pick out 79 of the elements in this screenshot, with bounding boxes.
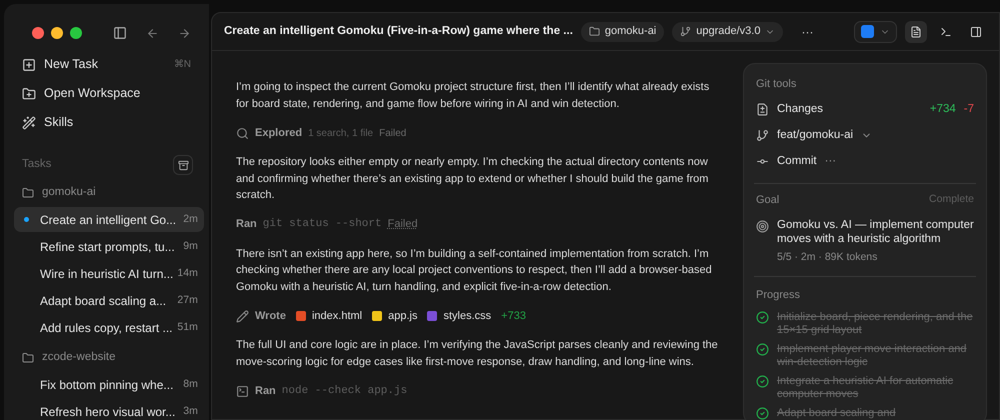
- more-button[interactable]: ···: [801, 22, 814, 40]
- project-name: gomoku-ai: [42, 185, 96, 200]
- message-text: There isn’t an existing app here, so I’m building a self-contained implementation from scratch. I’m checking whether there are any local project conventions to respect, then I’ll add a browser-based Gomoku with a heuristic AI, turn handling, and explicit five-in-a-row detection.: [236, 246, 713, 294]
- task-title: Create an intelligent Gomoku (Five-in-a-Row) game where the ...: [224, 24, 573, 39]
- lines-added: +733: [501, 308, 526, 324]
- project-folder[interactable]: zcode-website: [14, 346, 204, 370]
- task-item[interactable]: Create an intelligent Go... 2m: [14, 207, 204, 232]
- folder-icon: [22, 187, 34, 199]
- terminal-icon: [940, 26, 952, 38]
- progress-item: Initialize board, piece rendering, and the 15×15 grid layout: [777, 311, 974, 338]
- tool-action: Ran: [255, 384, 276, 399]
- menu-item[interactable]: Open Workspace: [14, 79, 199, 108]
- menu-item[interactable]: New Task ⌘N: [14, 50, 199, 79]
- task-item[interactable]: Refine start prompts, tu... 9m: [14, 234, 204, 259]
- plus-icon: [22, 58, 36, 72]
- command-text: node --check app.js: [282, 384, 408, 399]
- tool-detail: 1 search, 1 file: [308, 126, 374, 140]
- app-switcher[interactable]: [854, 20, 897, 42]
- file-diff-icon: [756, 103, 769, 116]
- branch-chip[interactable]: upgrade/v3.0: [672, 22, 784, 42]
- editor-toggle[interactable]: [905, 20, 927, 42]
- tool-action: Wrote: [255, 308, 286, 324]
- branch-icon: [756, 129, 769, 142]
- panel-icon: [970, 26, 982, 38]
- folder-chip[interactable]: gomoku-ai: [580, 22, 664, 42]
- search-icon: [236, 126, 249, 140]
- file-link[interactable]: app.js: [388, 308, 418, 324]
- document-icon: [910, 26, 922, 38]
- goal-text: Gomoku vs. AI — implement computer moves with a heuristic algorithm: [777, 218, 974, 246]
- goal-meta: 5/5 · 2m · 89K tokens: [777, 250, 878, 265]
- message-text: The full UI and core logic are in place. I’m verifying the JavaScript parses cleanly and reviewing the move-scoring logic for edge cases like first-move response, draw handling, and long-line wins.: [236, 338, 719, 370]
- archive-button[interactable]: [173, 155, 193, 175]
- command-text: git status --short: [262, 217, 382, 232]
- status-text: Failed: [379, 126, 406, 140]
- target-icon: [756, 220, 769, 233]
- wand-icon: [22, 116, 36, 130]
- sidebar-toggle-icon[interactable]: [113, 26, 127, 40]
- panel-heading: Progress: [756, 288, 802, 303]
- folder-icon: [588, 26, 600, 37]
- message-text: I’m going to inspect the current Gomoku project structure first, then I’ll identify what already exists for board state, rendering, and game flow before wiring in AI and win detection.: [236, 80, 710, 112]
- archive-icon: [178, 160, 188, 170]
- folder-plus-icon: [22, 86, 36, 100]
- close-window-button[interactable]: [32, 27, 44, 39]
- branch-selector[interactable]: feat/gomoku-ai: [777, 126, 854, 144]
- section-heading: Tasks: [22, 157, 52, 172]
- panel-heading: Goal: [756, 192, 780, 208]
- project-folder[interactable]: gomoku-ai: [14, 181, 204, 205]
- minimize-window-button[interactable]: [51, 27, 63, 39]
- lines-removed: -7: [964, 102, 974, 117]
- lines-added: +734: [930, 102, 956, 117]
- goal-status: Complete: [929, 192, 974, 206]
- task-item[interactable]: Add rules copy, restart ... 51m: [14, 315, 204, 340]
- terminal-icon: [236, 384, 249, 398]
- maximize-window-button[interactable]: [70, 27, 82, 39]
- tool-action: Ran: [236, 217, 257, 232]
- back-icon[interactable]: [146, 26, 159, 40]
- task-item[interactable]: Adapt board scaling a... 27m: [14, 288, 204, 313]
- tool-action: Explored: [255, 126, 302, 141]
- file-link[interactable]: index.html: [312, 308, 362, 324]
- branch-icon: [680, 26, 692, 37]
- project-name: zcode-website: [42, 350, 116, 366]
- changes-label[interactable]: Changes: [777, 100, 922, 118]
- progress-item: Integrate a heuristic AI for automatic computer moves: [777, 375, 954, 402]
- status-text: Failed: [388, 217, 418, 232]
- progress-item: Implement player move interaction and win-detection logic: [777, 343, 968, 370]
- progress-item: Adapt board scaling and: [777, 407, 896, 420]
- message-text: The repository looks either empty or nearly empty. I’m checking the actual directory contents now and confirming whether there’s an existing app to extend or whether I should build the game from scratch.: [236, 155, 710, 203]
- menu-item[interactable]: Skills: [14, 108, 199, 137]
- pencil-icon: [236, 310, 249, 322]
- file-link[interactable]: styles.css: [443, 308, 492, 324]
- panel-heading: Git tools: [756, 77, 798, 92]
- task-item[interactable]: Wire in heuristic AI turn... 14m: [14, 261, 204, 286]
- task-item[interactable]: Fix bottom pinning whe... 8m: [14, 372, 204, 397]
- more-button[interactable]: ···: [824, 152, 836, 170]
- app-icon: [861, 25, 874, 38]
- folder-icon: [22, 352, 34, 364]
- forward-icon[interactable]: [178, 26, 191, 40]
- task-item[interactable]: Refresh hero visual wor... 3m: [14, 399, 204, 420]
- commit-button[interactable]: Commit: [777, 152, 817, 170]
